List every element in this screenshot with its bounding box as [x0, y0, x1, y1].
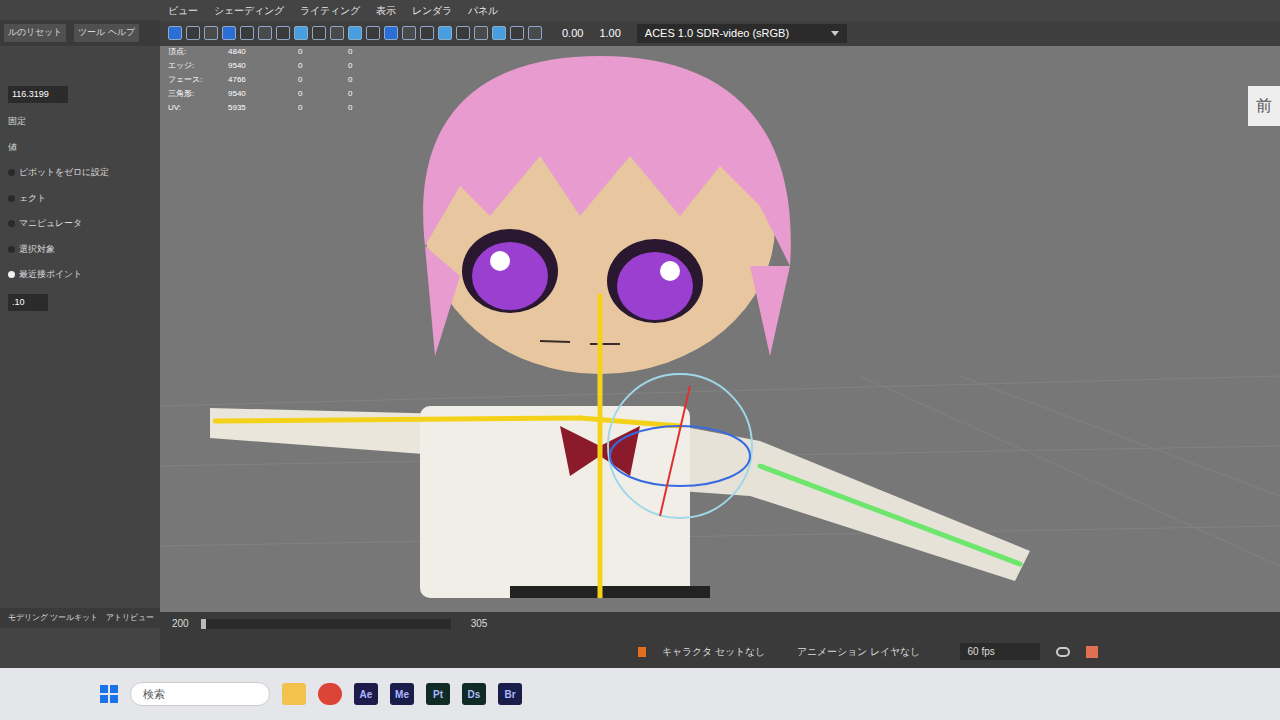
menu-item[interactable]: 表示 — [376, 3, 396, 18]
menu-bar: ビュー シェーディング ライティング 表示 レンダラ パネル — [160, 0, 1280, 21]
radio-icon[interactable] — [8, 246, 15, 253]
bottom-tab[interactable]: アトリビュー — [106, 612, 154, 624]
tool-option[interactable]: ピボットをゼロに設定 — [8, 166, 152, 180]
dropdown-caret-icon — [831, 31, 839, 36]
character-set[interactable]: キャラクタ セットなし — [662, 644, 765, 659]
tool-icon[interactable] — [222, 26, 236, 40]
windows-icon[interactable] — [100, 685, 118, 703]
radio-icon[interactable] — [8, 195, 15, 202]
value-field[interactable]: .10 — [8, 294, 48, 312]
app-icon[interactable]: Br — [498, 683, 522, 705]
tool-icon[interactable] — [240, 26, 254, 40]
tool-icon[interactable] — [456, 26, 470, 40]
hud-row: 三角形:954000 — [168, 88, 368, 100]
tool-icon[interactable] — [330, 26, 344, 40]
tool-option[interactable]: ェクト — [8, 192, 152, 206]
screen: ルのリセットツール ヘルプ 116.3199 固定値ピボットをゼロに設定ェクトマニピ… — [0, 0, 1280, 720]
toolbar: 0.00 1.00 ACES 1.0 SDR-video (sRGB) — [160, 21, 1280, 46]
menu-item[interactable]: レンダラ — [412, 3, 452, 18]
panel-tab[interactable]: ツール ヘルプ — [74, 24, 139, 42]
hud-stats: 頂点:484000 エッジ:954000 フェース:476600 三角形:954000… — [168, 46, 368, 114]
tool-icon[interactable] — [384, 26, 398, 40]
tool-icon[interactable] — [312, 26, 326, 40]
sound-icon[interactable] — [1086, 646, 1098, 658]
search-box[interactable]: 検索 — [130, 682, 270, 707]
app-icon[interactable]: Ds — [462, 683, 486, 705]
menu-item[interactable]: ビュー — [168, 3, 198, 18]
hud-row: フェース:476600 — [168, 74, 368, 86]
tool-icon[interactable] — [420, 26, 434, 40]
exposure-value[interactable]: 0.00 — [562, 25, 583, 42]
left-panel: ルのリセットツール ヘルプ 116.3199 固定値ピボットをゼロに設定ェクトマニピ… — [0, 0, 160, 668]
tool-option[interactable]: 固定 — [8, 115, 152, 129]
main-area: ビュー シェーディング ライティング 表示 レンダラ パネル 0.00 1.00 ACES 1.… — [160, 0, 1280, 668]
tool-option[interactable]: 値 — [8, 141, 152, 155]
gamma-value[interactable]: 1.00 — [599, 25, 620, 42]
panel-tabs: ルのリセットツール ヘルプ — [0, 20, 160, 46]
tool-icon[interactable] — [204, 26, 218, 40]
hud-row: エッジ:954000 — [168, 60, 368, 72]
tool-icon[interactable] — [510, 26, 524, 40]
tool-icon[interactable] — [438, 26, 452, 40]
radio-icon[interactable] — [8, 220, 15, 227]
hud-row: 頂点:484000 — [168, 46, 368, 58]
tool-icon[interactable] — [168, 26, 182, 40]
chrome-icon[interactable] — [318, 683, 342, 705]
menu-item[interactable]: シェーディング — [214, 3, 284, 18]
tool-icon[interactable] — [492, 26, 506, 40]
taskbar: 検索 Ae Me Pt Ds Br — [0, 668, 1280, 720]
radio-icon[interactable] — [8, 169, 15, 176]
app-icon[interactable]: Pt — [426, 683, 450, 705]
bottom-tabs: モデリング ツールキットアトリビュー — [0, 608, 160, 628]
range-start[interactable]: 200 — [168, 616, 193, 631]
tool-icon[interactable] — [402, 26, 416, 40]
tool-option[interactable]: 最近接ポイント — [8, 268, 152, 282]
bottom-tab[interactable]: モデリング ツールキット — [8, 612, 98, 624]
tool-icon[interactable] — [258, 26, 272, 40]
tool-option[interactable]: マニピュレータ — [8, 217, 152, 231]
timeline: 200 305 キャラクタ セットなし アニメーション レイヤなし 60 fps — [160, 612, 1280, 668]
maya-window: ルのリセットツール ヘルプ 116.3199 固定値ピボットをゼロに設定ェクトマニピ… — [0, 0, 1280, 668]
range-slider[interactable] — [201, 619, 451, 629]
radio-icon[interactable] — [8, 271, 15, 278]
loop-icon[interactable] — [1056, 647, 1070, 657]
range-fill — [201, 619, 206, 629]
color-space-dropdown[interactable]: ACES 1.0 SDR-video (sRGB) — [637, 24, 847, 43]
tool-icon[interactable] — [366, 26, 380, 40]
character-model[interactable] — [160, 46, 1280, 598]
tool-icon[interactable] — [186, 26, 200, 40]
viewport[interactable]: 頂点:484000 エッジ:954000 フェース:476600 三角形:954000… — [160, 46, 1280, 613]
tool-icon[interactable] — [474, 26, 488, 40]
view-cube[interactable]: 前 — [1248, 86, 1280, 126]
key-icon[interactable] — [638, 647, 646, 657]
panel-tab[interactable]: ルのリセット — [4, 24, 66, 42]
tool-icon[interactable] — [528, 26, 542, 40]
tool-option[interactable]: 選択対象 — [8, 243, 152, 257]
app-icon[interactable]: Ae — [354, 683, 378, 705]
menu-item[interactable]: ライティング — [300, 3, 360, 18]
fps-dropdown[interactable]: 60 fps — [960, 643, 1040, 660]
hud-row: UV:593500 — [168, 102, 368, 114]
menu-item[interactable]: パネル — [468, 3, 498, 18]
tool-icon[interactable] — [276, 26, 290, 40]
anim-layer[interactable]: アニメーション レイヤなし — [797, 644, 920, 659]
range-end[interactable]: 305 — [467, 616, 492, 631]
tool-icon[interactable] — [294, 26, 308, 40]
app-icon[interactable]: Me — [390, 683, 414, 705]
value-field[interactable]: 116.3199 — [8, 86, 68, 104]
folder-icon[interactable] — [282, 683, 306, 705]
tool-icon[interactable] — [348, 26, 362, 40]
